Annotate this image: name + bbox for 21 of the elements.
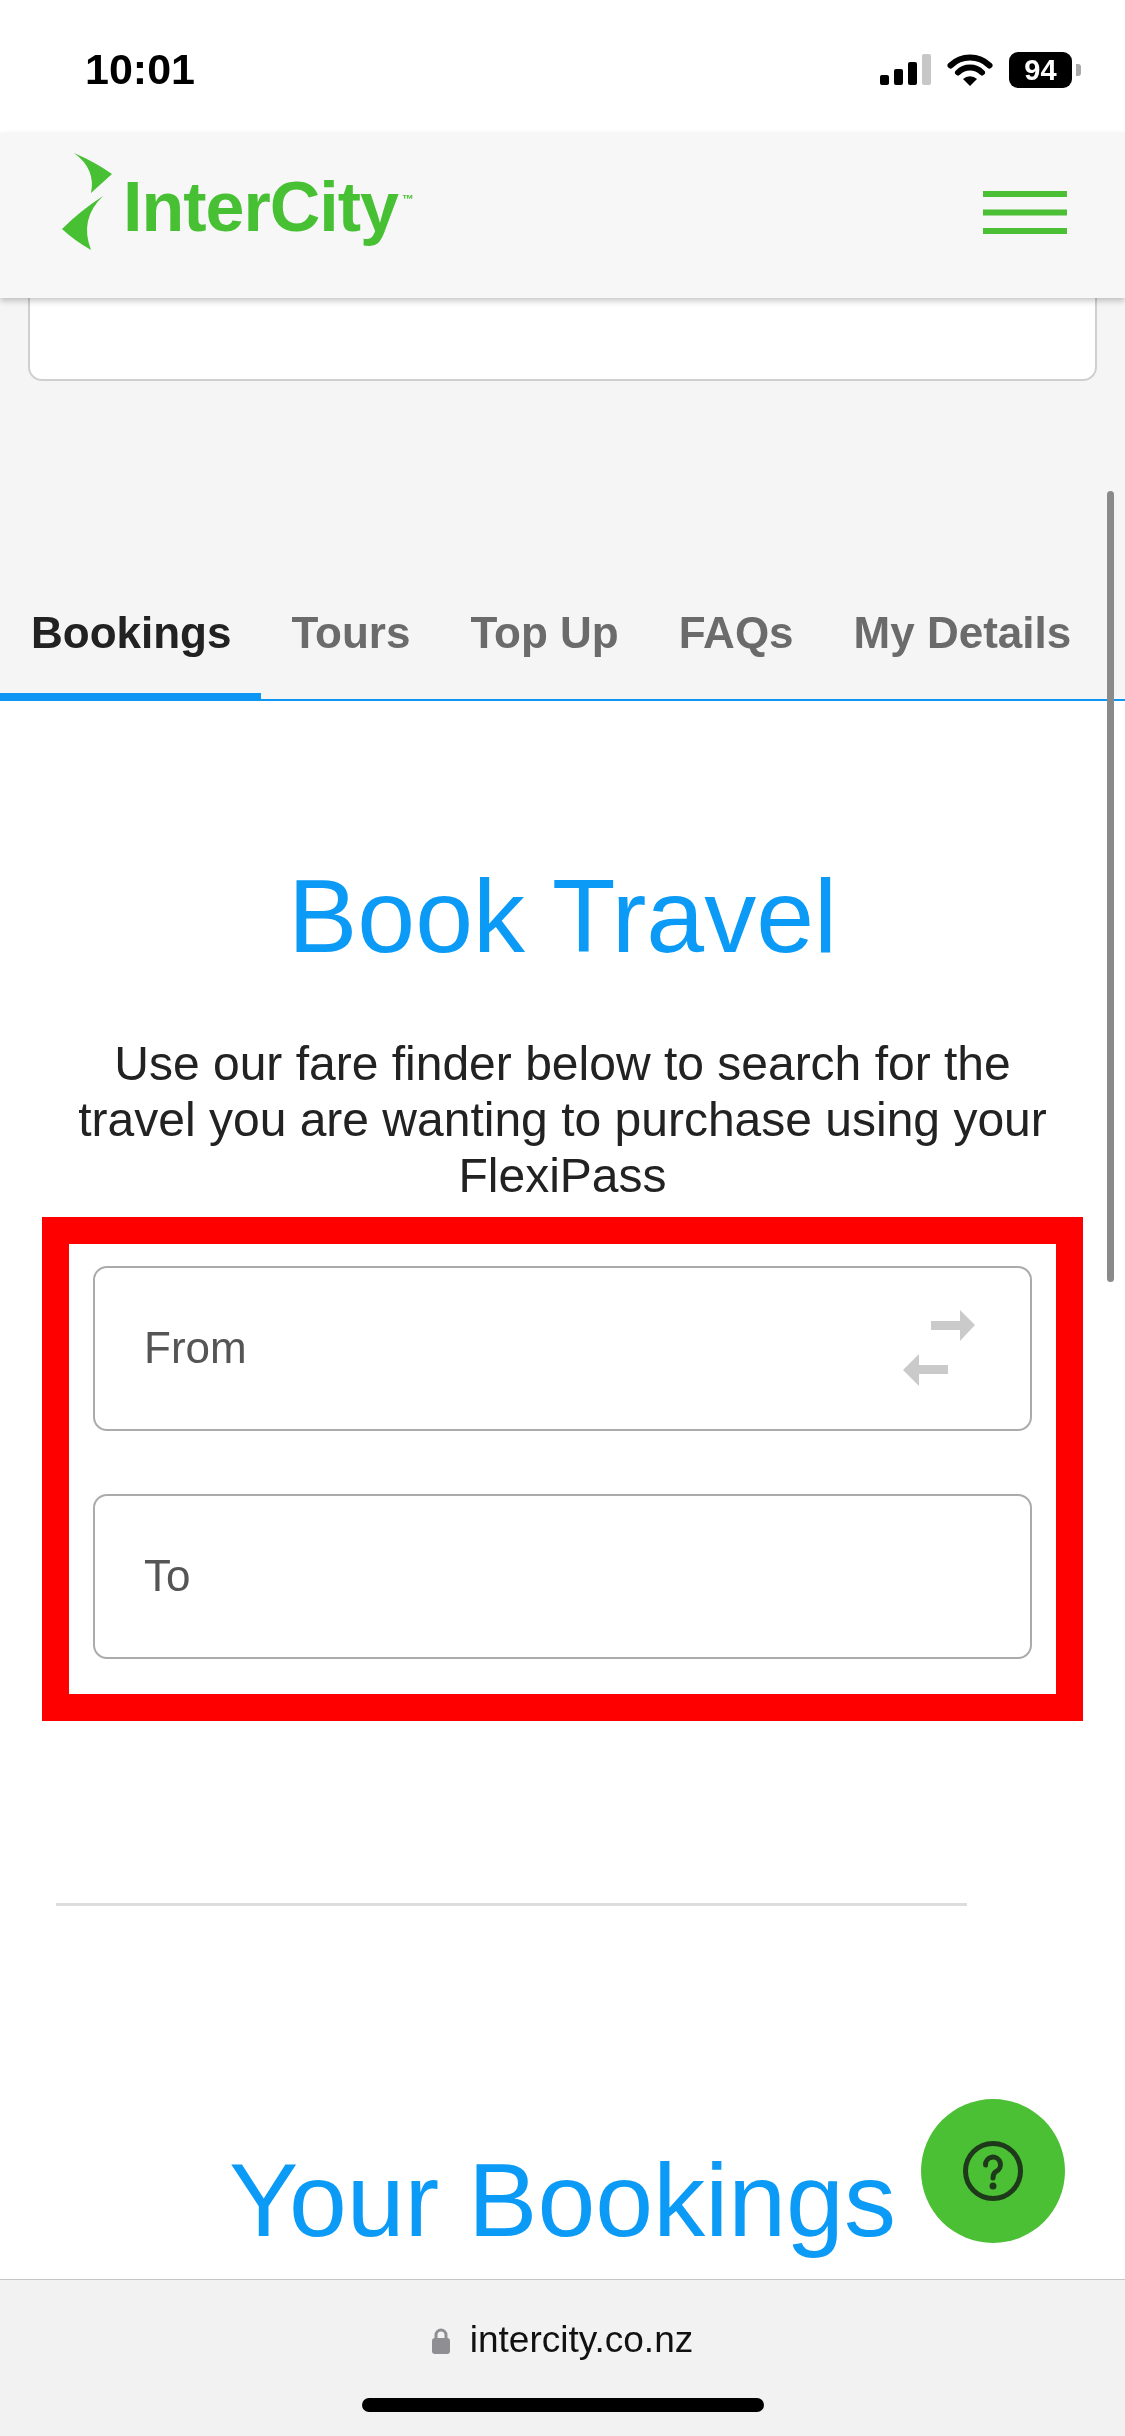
input-field[interactable]: To <box>93 1493 1032 1659</box>
status-time: 10:01 <box>85 48 195 91</box>
wifi-icon <box>947 53 993 86</box>
menu-icon <box>983 191 1067 234</box>
battery-indicator: 94 <box>1009 51 1081 88</box>
question-icon <box>963 2141 1023 2201</box>
logo-icon <box>62 153 112 250</box>
tab[interactable]: My Details <box>823 607 1102 701</box>
tab[interactable]: FAQs <box>648 607 824 701</box>
input-field[interactable]: From <box>93 1265 1032 1431</box>
section-title: Book Travel <box>287 857 838 976</box>
tab[interactable]: Top Up <box>440 607 649 701</box>
swap-arrows-icon[interactable] <box>903 1310 975 1387</box>
menu-button[interactable] <box>983 191 1067 234</box>
signal-icon <box>880 54 931 85</box>
lock-icon <box>431 2326 450 2354</box>
intro-text: Use our fare finder below to search for the travel you are wanting to purchase using your FlexiPass <box>77 1035 1048 1204</box>
address-text[interactable]: intercity.co.nz <box>469 2318 694 2362</box>
section-title: Your Bookings <box>229 2140 896 2260</box>
tab[interactable]: Bookings <box>0 607 262 701</box>
tab[interactable]: Tours <box>261 607 441 701</box>
